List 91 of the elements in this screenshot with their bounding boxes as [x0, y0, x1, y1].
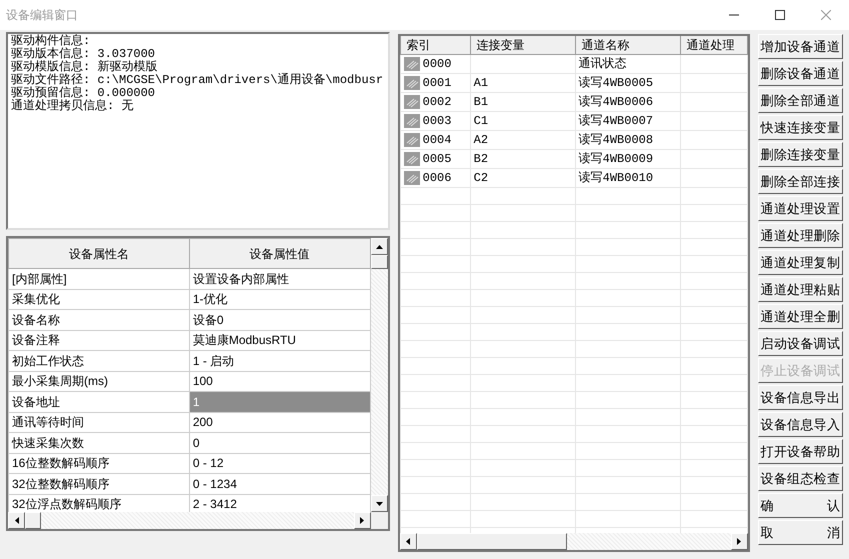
chip-icon [404, 133, 420, 147]
action-button[interactable]: 删除全部通道 [758, 88, 844, 113]
channel-variable: A2 [474, 133, 488, 147]
channel-variable: A1 [474, 76, 488, 90]
property-name: 初始工作状态 [8, 350, 190, 371]
column-header[interactable]: 连接变量 [470, 36, 576, 54]
action-button[interactable]: 快速连接变量 [758, 115, 844, 140]
channel-name: 通讯状态 [578, 57, 627, 71]
channel-name: 读写4WB0005 [578, 76, 654, 90]
action-button[interactable]: 启动设备调试 [758, 331, 844, 356]
property-value[interactable]: 设备0 [189, 310, 370, 330]
chip-icon [404, 57, 420, 71]
property-name: 32位整数解码顺序 [8, 474, 190, 494]
chip-icon [404, 152, 420, 166]
up-arrow-icon [376, 244, 383, 248]
driver-info-panel: 驱动构件信息: 驱动版本信息: 3.037000 驱动模版信息: 新驱动模版 驱动文件路径: c:\MCGSE\Program\drivers\通用设备\modbusr 驱动预留信息: 0.000000 通道处理拷贝信息: 无 [6, 32, 390, 230]
action-button[interactable]: 通道处理设置 [758, 196, 844, 221]
channel-name: 读写4WB0009 [578, 152, 654, 166]
action-button[interactable]: 通道处理全删 [758, 304, 844, 329]
property-name: 快速采集次数 [8, 432, 190, 453]
action-button[interactable]: 删除连接变量 [758, 142, 844, 167]
scroll-right-button[interactable] [730, 533, 748, 550]
chip-icon [404, 76, 420, 90]
window-title: 设备编辑窗口 [5, 7, 79, 24]
scroll-right-button[interactable] [354, 512, 371, 529]
channel-variable: C2 [474, 171, 488, 185]
channel-name: 读写4WB0010 [578, 171, 654, 185]
channel-index: 0006 [422, 170, 452, 187]
action-button[interactable]: 确 认 [758, 493, 844, 518]
column-header[interactable]: 索引 [400, 36, 470, 54]
channel-name: 读写4WB0007 [578, 114, 654, 128]
channel-index: 0002 [422, 94, 452, 111]
column-header[interactable]: 通道处理 [680, 36, 748, 54]
property-value[interactable]: 0 - 12 [189, 453, 370, 474]
property-value[interactable]: 1 - 启动 [189, 350, 370, 371]
property-name: 16位整数解码顺序 [8, 453, 190, 474]
property-name: 通讯等待时间 [8, 412, 190, 432]
action-button[interactable]: 通道处理删除 [758, 223, 844, 248]
scroll-up-button[interactable] [370, 238, 388, 255]
property-value[interactable]: 莫迪康ModbusRTU [189, 330, 370, 350]
action-button[interactable]: 打开设备帮助 [758, 439, 844, 464]
action-button[interactable]: 增加设备通道 [758, 34, 844, 59]
column-header: 设备属性值 [189, 238, 370, 268]
column-header: 设备属性名 [8, 238, 190, 268]
action-button[interactable]: 通道处理粘贴 [758, 277, 844, 302]
down-arrow-icon [376, 502, 383, 506]
property-name: [内部属性] [8, 268, 190, 289]
channel-index: 0005 [422, 151, 452, 168]
action-button[interactable]: 设备组态检查 [758, 466, 844, 491]
scroll-down-button[interactable] [370, 495, 388, 512]
property-name: 最小采集周期(ms) [8, 371, 190, 392]
chip-icon [404, 171, 420, 185]
scroll-thumb[interactable] [370, 255, 388, 269]
channel-index: 0003 [422, 113, 452, 130]
maximize-icon [775, 10, 785, 20]
channel-index: 0001 [422, 75, 452, 92]
property-name: 采集优化 [8, 289, 190, 310]
property-value[interactable]: 200 [189, 412, 370, 432]
property-value[interactable]: 1-优化 [189, 289, 370, 310]
action-button[interactable]: 设备信息导入 [758, 412, 844, 437]
property-value[interactable]: 设置设备内部属性 [189, 268, 370, 289]
channel-variable: B2 [474, 152, 488, 166]
action-button[interactable]: 删除设备通道 [758, 61, 844, 86]
scroll-thumb[interactable] [416, 533, 567, 550]
action-button[interactable]: 删除全部连接 [758, 169, 844, 194]
scroll-left-button[interactable] [8, 512, 25, 529]
right-arrow-icon [737, 538, 742, 545]
property-value[interactable]: 0 [189, 432, 370, 453]
close-icon [821, 10, 831, 20]
right-arrow-icon [360, 517, 364, 524]
chip-icon [404, 114, 420, 128]
action-button[interactable]: 设备信息导出 [758, 385, 844, 410]
column-header[interactable]: 通道名称 [575, 36, 680, 54]
channel-name: 读写4WB0006 [578, 95, 654, 109]
left-arrow-icon [406, 538, 410, 545]
left-arrow-icon [14, 517, 18, 524]
property-name: 设备地址 [8, 392, 190, 412]
property-name: 设备名称 [8, 310, 190, 330]
chip-icon [404, 95, 420, 109]
scroll-thumb[interactable] [25, 512, 41, 529]
channel-name: 读写4WB0008 [578, 133, 654, 147]
scrollbar-corner [370, 512, 388, 529]
property-value[interactable]: 0 - 1234 [189, 474, 370, 494]
scroll-left-button[interactable] [400, 533, 417, 550]
action-button[interactable]: 通道处理复制 [758, 250, 844, 275]
channel-variable: B1 [474, 95, 488, 109]
property-name: 设备注释 [8, 330, 190, 350]
channel-index: 0004 [422, 132, 452, 149]
action-button[interactable]: 取 消 [758, 520, 844, 545]
channel-index: 0000 [422, 56, 452, 73]
channel-variable: C1 [474, 114, 488, 128]
